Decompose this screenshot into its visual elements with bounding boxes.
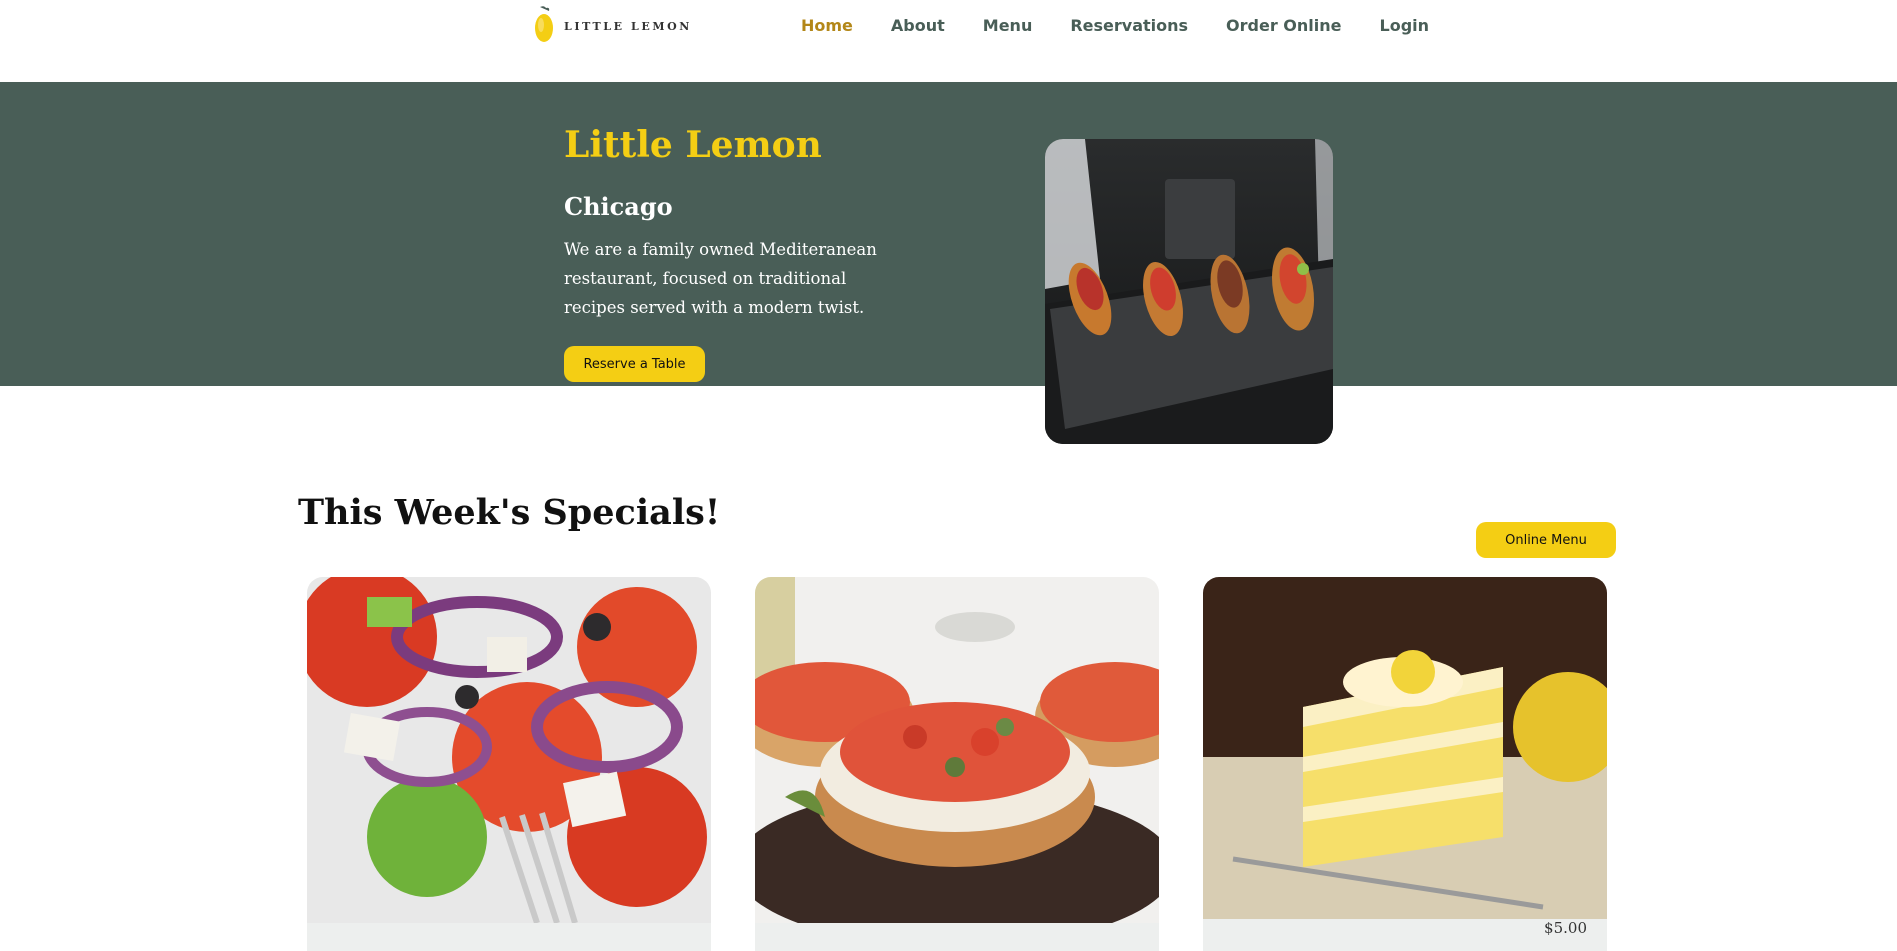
main-nav: Home About Menu Reservations Order Onlin… (801, 16, 1467, 35)
special-card-bruschetta[interactable] (755, 577, 1159, 951)
lemon-logo-icon (532, 4, 558, 49)
logo[interactable]: LITTLE LEMON (532, 4, 692, 49)
nav-login[interactable]: Login (1380, 16, 1430, 35)
nav-order-online[interactable]: Order Online (1226, 16, 1341, 35)
card-body: $5.00 (1203, 919, 1607, 951)
specials-title: This Week's Specials! (298, 492, 721, 533)
hero-title: Little Lemon (564, 124, 822, 166)
online-menu-button[interactable]: Online Menu (1476, 522, 1616, 558)
site-header: LITTLE LEMON Home About Menu Reservation… (0, 0, 1897, 82)
special-card-lemon-dessert[interactable]: $5.00 (1203, 577, 1607, 951)
hero-section (0, 82, 1897, 386)
logo-text: LITTLE LEMON (564, 19, 692, 33)
card-price: $5.00 (1544, 919, 1587, 937)
special-card-greek-salad[interactable] (307, 577, 711, 951)
greek-salad-image (307, 577, 711, 923)
hero-image (1045, 139, 1333, 444)
bruschetta-image (755, 577, 1159, 923)
nav-home[interactable]: Home (801, 16, 853, 35)
nav-about[interactable]: About (891, 16, 945, 35)
nav-menu[interactable]: Menu (983, 16, 1033, 35)
lemon-dessert-image (1203, 577, 1607, 919)
hero-description: We are a family owned Mediteranean resta… (564, 240, 877, 317)
card-body (755, 923, 1159, 951)
nav-reservations[interactable]: Reservations (1070, 16, 1188, 35)
reserve-table-button[interactable]: Reserve a Table (564, 346, 705, 382)
hero-subtitle: Chicago (564, 192, 673, 221)
card-body (307, 923, 711, 951)
